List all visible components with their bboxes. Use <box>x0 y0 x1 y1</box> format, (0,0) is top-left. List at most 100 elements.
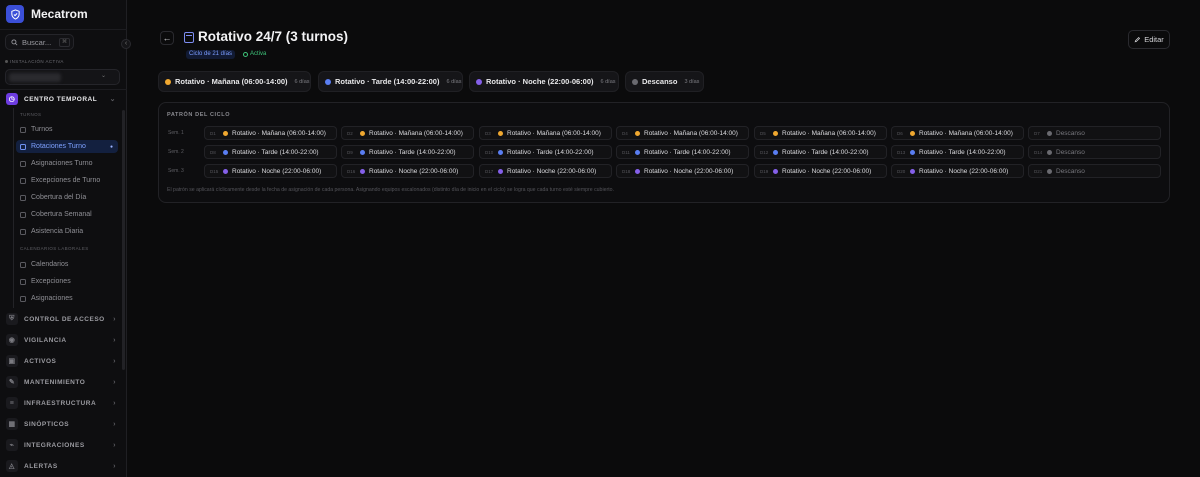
shift-label: Rotativo · Tarde (14:00-22:00) <box>232 148 319 156</box>
nav-item-asistencia-diaria[interactable]: Asistencia Diaria <box>16 225 118 238</box>
tree-line <box>13 108 14 308</box>
calendar-x-icon <box>20 278 26 285</box>
cycle-day-cell: D14 Descanso <box>1028 145 1161 159</box>
brand[interactable]: Mecatrom <box>6 5 88 23</box>
search-placeholder: Buscar... <box>22 37 52 47</box>
shift-label: Descanso <box>1056 167 1085 175</box>
shift-label: Descanso <box>1056 148 1085 156</box>
color-dot <box>165 78 171 85</box>
pattern-note: El patrón se aplicará cíclicamente desde… <box>167 187 614 193</box>
divider <box>0 29 127 30</box>
shift-color-dot <box>910 168 915 174</box>
shift-color-dot <box>223 130 228 136</box>
sidebar-scrollbar[interactable] <box>122 110 125 370</box>
nav-group-activos[interactable]: ▣ ACTIVOS › <box>6 354 116 368</box>
nav-group-alertas[interactable]: ◬ ALERTAS › <box>6 459 116 473</box>
search-input[interactable]: Buscar... ⌘ <box>5 34 74 50</box>
shift-label: Rotativo · Tarde (14:00-22:00) <box>782 148 869 156</box>
shift-color-dot <box>773 149 778 155</box>
search-shortcut: ⌘ <box>59 37 70 47</box>
shift-color-dot <box>910 130 915 136</box>
box-icon: ▣ <box>6 355 18 367</box>
cycle-day-cell: D18 Rotativo · Noche (22:00-06:00) <box>616 164 749 178</box>
nav-item-turnos[interactable]: Turnos <box>16 123 118 136</box>
edit-button[interactable]: Editar <box>1128 30 1170 49</box>
day-number: D11 <box>622 149 630 155</box>
camera-icon: ◉ <box>6 334 18 346</box>
day-number: D8 <box>210 149 216 155</box>
plug-icon: ⌁ <box>6 439 18 451</box>
shield-icon: ⛨ <box>6 313 18 325</box>
shift-label: Rotativo · Mañana (06:00-14:00) <box>644 129 738 137</box>
chevron-right-icon: › <box>113 378 116 386</box>
collapse-sidebar-button[interactable]: ‹ <box>121 39 131 49</box>
cycle-day-cell: D9 Rotativo · Tarde (14:00-22:00) <box>341 145 474 159</box>
nav-item-calendarios[interactable]: Calendarios <box>16 258 118 271</box>
shift-color-dot <box>635 168 640 174</box>
chevron-right-icon: › <box>113 357 116 365</box>
legend-chip-manana: Rotativo · Mañana (06:00-14:00) 6 días <box>158 71 311 92</box>
nav-item-cobertura-semanal[interactable]: Cobertura Semanal <box>16 208 118 221</box>
shift-label: Rotativo · Tarde (14:00-22:00) <box>644 148 731 156</box>
installation-select[interactable]: ⌄ <box>5 69 120 85</box>
color-dot <box>325 78 331 85</box>
nav-group-centro-temporal[interactable]: ◷ CENTRO TEMPORAL ⌄ <box>6 92 116 106</box>
nav-group-mantenimiento[interactable]: ✎ MANTENIMIENTO › <box>6 375 116 389</box>
day-number: D5 <box>760 130 766 136</box>
nav-item-asignaciones[interactable]: Asignaciones <box>16 292 118 305</box>
nav-group-sinopticos[interactable]: ▦ SINÓPTICOS › <box>6 417 116 431</box>
shift-color-dot <box>910 149 915 155</box>
nav-item-asignaciones-turno[interactable]: Asignaciones Turno <box>16 157 118 170</box>
pattern-title: PATRÓN DEL CICLO <box>167 112 231 118</box>
clock-icon <box>20 126 26 133</box>
nav-item-excepciones[interactable]: Excepciones <box>16 275 118 288</box>
shift-color-dot <box>1047 168 1052 174</box>
server-icon: ≡ <box>6 397 18 409</box>
day-number: D21 <box>1034 168 1043 174</box>
cycle-day-cell: D10 Rotativo · Tarde (14:00-22:00) <box>479 145 612 159</box>
shift-color-dot <box>773 130 778 136</box>
nav-item-excepciones-turno[interactable]: Excepciones de Turno <box>16 174 118 187</box>
shift-label: Rotativo · Mañana (06:00-14:00) <box>507 129 601 137</box>
color-dot <box>632 78 638 85</box>
day-number: D12 <box>760 149 769 155</box>
shift-color-dot <box>498 168 503 174</box>
legend-chip-descanso: Descanso 3 días <box>625 71 704 92</box>
back-button[interactable]: ← <box>160 31 174 45</box>
shift-color-dot <box>1047 130 1052 136</box>
cycle-day-cell: D17 Rotativo · Noche (22:00-06:00) <box>479 164 612 178</box>
cycle-day-cell: D11 Rotativo · Tarde (14:00-22:00) <box>616 145 749 159</box>
installation-label: INSTALACIÓN ACTIVA <box>5 59 64 64</box>
cycle-day-cell: D1 Rotativo · Mañana (06:00-14:00) <box>204 126 337 140</box>
legend-chip-noche: Rotativo · Noche (22:00-06:00) 6 días <box>469 71 619 92</box>
cycle-day-cell: D20 Rotativo · Noche (22:00-06:00) <box>891 164 1024 178</box>
page-title: Rotativo 24/7 (3 turnos) <box>198 29 349 44</box>
cycle-day-cell: D21 Descanso <box>1028 164 1161 178</box>
nav-group-infraestructura[interactable]: ≡ INFRAESTRUCTURA › <box>6 396 116 410</box>
shift-label: Rotativo · Tarde (14:00-22:00) <box>919 148 1006 156</box>
nav-group-control-acceso[interactable]: ⛨ CONTROL DE ACCESO › <box>6 312 116 326</box>
shift-color-dot <box>360 168 365 174</box>
nav-group-integraciones[interactable]: ⌁ INTEGRACIONES › <box>6 438 116 452</box>
cycle-day-cell: D2 Rotativo · Mañana (06:00-14:00) <box>341 126 474 140</box>
chevron-right-icon: › <box>113 336 116 344</box>
cycle-day-cell: D7 Descanso <box>1028 126 1161 140</box>
shift-color-dot <box>635 130 640 136</box>
shift-color-dot <box>360 149 365 155</box>
shift-color-dot <box>360 130 365 136</box>
shift-label: Rotativo · Mañana (06:00-14:00) <box>782 129 876 137</box>
chevron-right-icon: › <box>113 315 116 323</box>
shift-label: Rotativo · Noche (22:00-06:00) <box>507 167 597 175</box>
calendar-week-icon <box>20 211 26 218</box>
day-number: D1 <box>210 130 216 136</box>
section-label-calendarios: CALENDARIOS LABORALES <box>20 246 89 251</box>
shift-label: Rotativo · Tarde (14:00-22:00) <box>507 148 594 156</box>
color-dot <box>476 78 482 85</box>
nav-item-rotaciones-turno[interactable]: Rotaciones Turno ● <box>16 140 118 153</box>
day-number: D2 <box>347 130 353 136</box>
nav-item-cobertura-dia[interactable]: Cobertura del Día <box>16 191 118 204</box>
pencil-icon <box>1134 36 1141 43</box>
day-number: D13 <box>897 149 906 155</box>
nav-group-vigilancia[interactable]: ◉ VIGILANCIA › <box>6 333 116 347</box>
cycle-badge: Ciclo de 21 días <box>186 50 236 59</box>
